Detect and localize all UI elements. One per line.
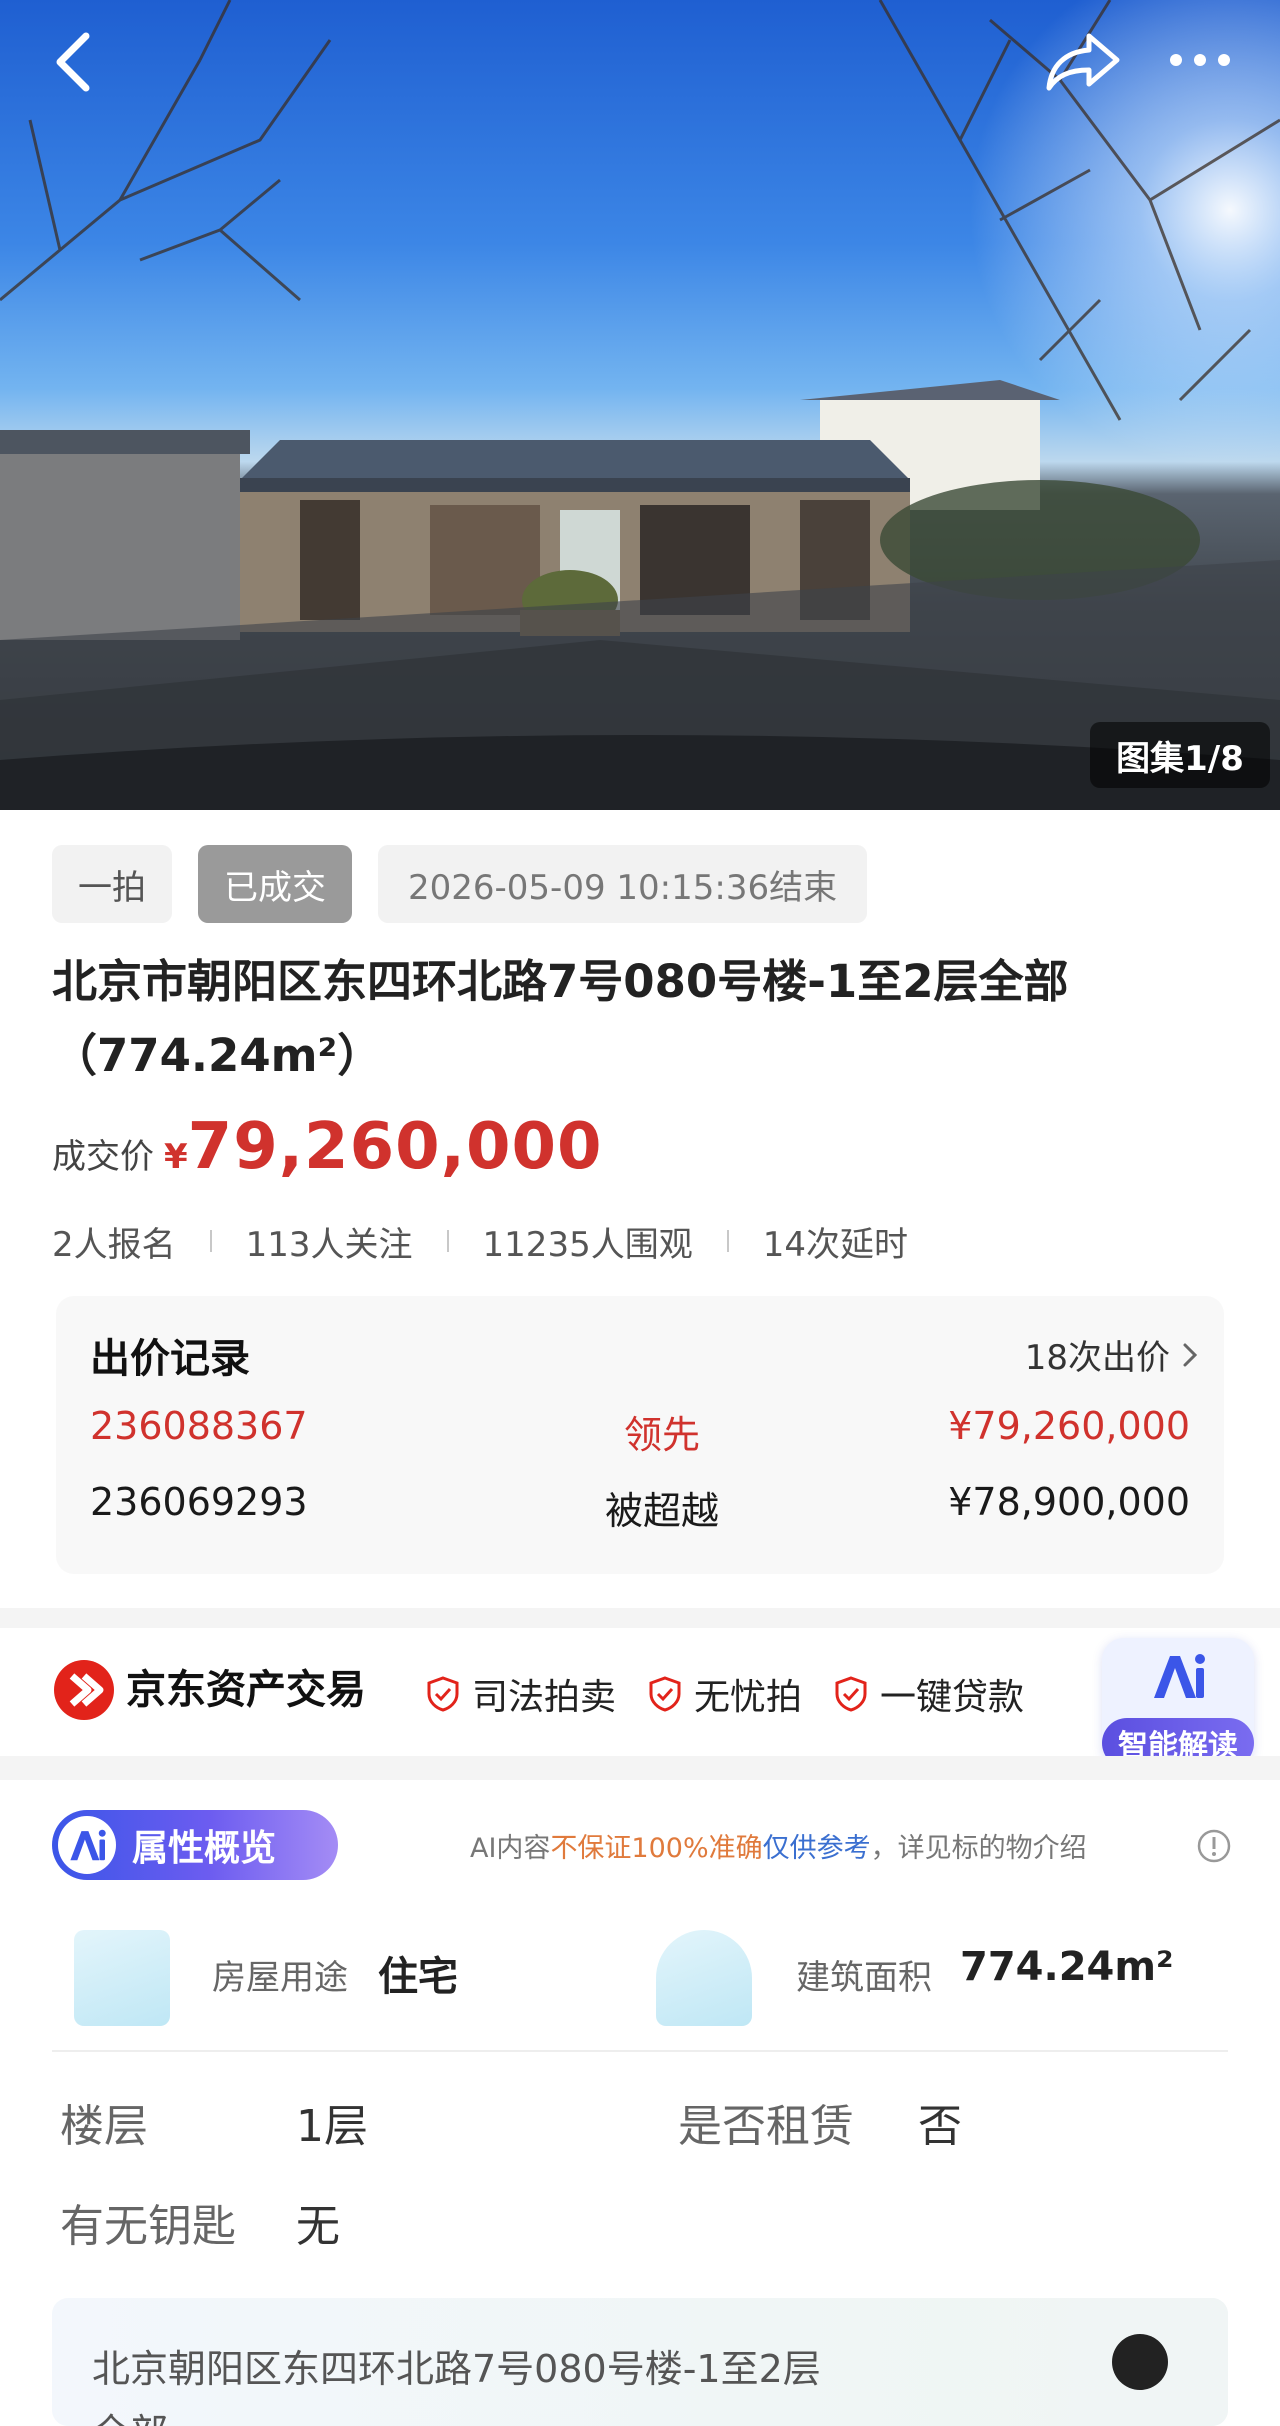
bid-record-title: 出价记录 bbox=[90, 1336, 250, 1382]
disclaimer-suffix: ，详见标的物介绍 bbox=[870, 1833, 1087, 1864]
key-value: 无 bbox=[296, 2201, 340, 2252]
lease-label: 是否租赁 bbox=[678, 2101, 854, 2152]
ai-disclaimer: AI内容 不保证100%准确 仅供参考 ，详见标的物介绍 bbox=[470, 1826, 1087, 1865]
bid-count-link[interactable]: 18次出价 bbox=[1025, 1330, 1198, 1379]
platform-name: 京东资产交易 bbox=[126, 1667, 366, 1713]
stat-extensions: 14次延时 bbox=[762, 1224, 908, 1265]
bid-row: 236069293 被超越 ¥78,900,000 bbox=[90, 1480, 1190, 1540]
more-dots-icon bbox=[1170, 54, 1230, 66]
building-icon bbox=[74, 1930, 170, 2026]
section-divider bbox=[0, 1756, 1280, 1780]
stat-followers: 113人关注 bbox=[245, 1224, 413, 1265]
auction-round-tag: 一拍 bbox=[52, 845, 172, 923]
bid-state: 被超越 bbox=[604, 1489, 719, 1533]
gallery-counter[interactable]: 图集1/8 bbox=[1090, 722, 1270, 788]
key-label: 有无钥匙 bbox=[60, 2201, 236, 2252]
shield-check-icon bbox=[427, 1676, 459, 1712]
status-tags: 一拍 已成交 2026-05-09 10:15:36结束 bbox=[52, 845, 868, 923]
bid-row: 236088367 领先 ¥79,260,000 bbox=[90, 1404, 1190, 1464]
more-button[interactable] bbox=[1160, 30, 1240, 90]
address-text-cont: 全部 bbox=[92, 2402, 168, 2426]
expand-icon[interactable] bbox=[1112, 2334, 1168, 2390]
bid-state: 领先 bbox=[623, 1413, 700, 1457]
badge-loan: 一键贷款 bbox=[832, 1668, 1024, 1720]
section-divider bbox=[0, 1608, 1280, 1628]
floor-value: 1层 bbox=[296, 2101, 368, 2152]
badge-worry-free: 无忧拍 bbox=[646, 1668, 802, 1720]
platform-strip: 京东资产交易 司法拍卖 无忧拍 一键贷款 bbox=[0, 1628, 1280, 1756]
end-time-tag: 2026-05-09 10:15:36结束 bbox=[378, 845, 868, 923]
stat-signups: 2人报名 bbox=[52, 1224, 176, 1265]
price-value: 79,260,000 bbox=[187, 1110, 603, 1184]
back-arrow-icon bbox=[56, 32, 90, 92]
lease-value: 否 bbox=[918, 2101, 962, 2152]
shield-check-icon bbox=[649, 1676, 681, 1712]
area-value: 774.24m² bbox=[960, 1944, 1174, 1990]
chevron-right-icon bbox=[1183, 1343, 1198, 1366]
floor-label: 楼层 bbox=[60, 2101, 148, 2152]
bid-amount: ¥78,900,000 bbox=[948, 1480, 1190, 1524]
house-icon bbox=[656, 1930, 752, 2026]
ai-logo-icon bbox=[1154, 1654, 1205, 1698]
disclaimer-highlight: 不保证100%准确 bbox=[550, 1833, 763, 1864]
disclaimer-prefix: AI内容 bbox=[470, 1833, 551, 1864]
attributes-divider bbox=[52, 2050, 1228, 2052]
bid-count-label: 18次出价 bbox=[1024, 1338, 1170, 1378]
bid-amount: ¥79,260,000 bbox=[948, 1404, 1190, 1448]
stat-divider bbox=[209, 1230, 212, 1252]
info-icon[interactable] bbox=[1196, 1828, 1232, 1864]
gate-photo-illustration bbox=[0, 0, 1280, 810]
bid-record-card[interactable]: 出价记录 18次出价 236088367 领先 ¥79,260,000 2360… bbox=[56, 1296, 1224, 1574]
attribute-overview-pill: 属性概览 bbox=[52, 1810, 338, 1880]
badge-label: 无忧拍 bbox=[694, 1677, 803, 1718]
jd-logo-icon bbox=[54, 1660, 114, 1720]
address-fade bbox=[908, 2298, 1228, 2426]
stat-divider bbox=[726, 1230, 729, 1252]
attribute-overview-label: 属性概览 bbox=[132, 1828, 277, 1869]
deal-price: 成交价 ¥ 79,260,000 bbox=[52, 1110, 603, 1190]
ai-badge-icon bbox=[58, 1816, 116, 1874]
stat-viewers: 11235人围观 bbox=[482, 1224, 693, 1265]
stat-divider bbox=[446, 1230, 449, 1252]
bidder-id: 236069293 bbox=[90, 1480, 308, 1524]
badge-label: 一键贷款 bbox=[880, 1677, 1025, 1718]
hero-photo[interactable]: 图集1/8 bbox=[0, 0, 1280, 810]
badge-judicial: 司法拍卖 bbox=[424, 1668, 616, 1720]
deal-status-tag: 已成交 bbox=[198, 845, 352, 923]
area-label: 建筑面积 bbox=[796, 1958, 932, 1998]
currency-symbol: ¥ bbox=[164, 1137, 188, 1177]
auction-stats: 2人报名 113人关注 11235人围观 14次延时 bbox=[52, 1216, 908, 1266]
ai-read-button[interactable]: 智能解读 bbox=[1102, 1638, 1254, 1768]
share-button[interactable] bbox=[1040, 24, 1126, 100]
usage-label: 房屋用途 bbox=[212, 1958, 348, 1998]
shield-check-icon bbox=[835, 1676, 867, 1712]
listing-title: 北京市朝阳区东四环北路7号080号楼-1至2层全部（774.24m²） bbox=[52, 955, 1069, 1082]
disclaimer-link[interactable]: 仅供参考 bbox=[763, 1826, 871, 1865]
price-label: 成交价 bbox=[52, 1137, 154, 1177]
address-text: 北京朝阳区东四环北路7号080号楼-1至2层 bbox=[92, 2347, 821, 2391]
badge-label: 司法拍卖 bbox=[472, 1677, 617, 1718]
share-icon bbox=[1046, 33, 1120, 91]
bidder-id: 236088367 bbox=[90, 1404, 308, 1448]
usage-value: 住宅 bbox=[378, 1954, 458, 2000]
back-button[interactable] bbox=[40, 20, 104, 104]
address-card[interactable]: 北京朝阳区东四环北路7号080号楼-1至2层 全部 bbox=[52, 2298, 1228, 2426]
